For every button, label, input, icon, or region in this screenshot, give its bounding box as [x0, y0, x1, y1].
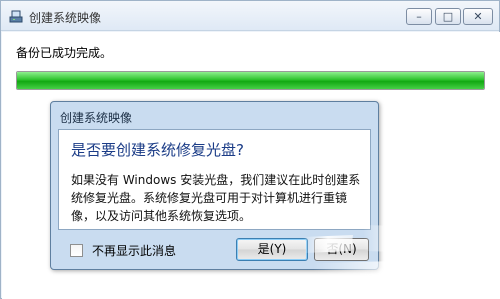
- main-window: 创建系统映像 – □ ✕ 备份已成功完成。 创建系统映像 是否要创建系统修复光盘…: [0, 0, 500, 299]
- progress-bar: [16, 71, 485, 90]
- minimize-button[interactable]: –: [406, 8, 432, 25]
- minimize-icon: –: [416, 10, 422, 23]
- title-bar: 创建系统映像 – □ ✕: [1, 1, 499, 31]
- dont-show-again-label[interactable]: 不再显示此消息: [92, 242, 176, 259]
- system-image-icon: [9, 10, 23, 23]
- dialog-body: 是否要创建系统修复光盘? 如果没有 Windows 安装光盘，我们建议在此时创建…: [58, 129, 371, 230]
- maximize-button[interactable]: □: [435, 8, 461, 25]
- dont-show-again-checkbox[interactable]: [70, 244, 83, 257]
- window-title: 创建系统映像: [29, 11, 102, 25]
- dialog-heading: 是否要创建系统修复光盘?: [71, 141, 244, 159]
- maximize-icon: □: [442, 10, 454, 23]
- close-button[interactable]: ✕: [463, 8, 493, 25]
- progress-fill: [17, 72, 484, 89]
- close-icon: ✕: [473, 10, 483, 23]
- repair-disc-dialog: 创建系统映像 是否要创建系统修复光盘? 如果没有 Windows 安装光盘，我们…: [50, 101, 379, 270]
- no-button[interactable]: 否(N): [314, 238, 369, 261]
- dialog-message: 如果没有 Windows 安装光盘，我们建议在此时创建系统修复光盘。系统修复光盘…: [71, 173, 361, 223]
- dialog-footer: 不再显示此消息 是(Y) 否(N): [58, 233, 371, 265]
- dialog-title: 创建系统映像: [60, 111, 133, 125]
- yes-button[interactable]: 是(Y): [236, 238, 308, 261]
- status-text: 备份已成功完成。: [16, 46, 113, 60]
